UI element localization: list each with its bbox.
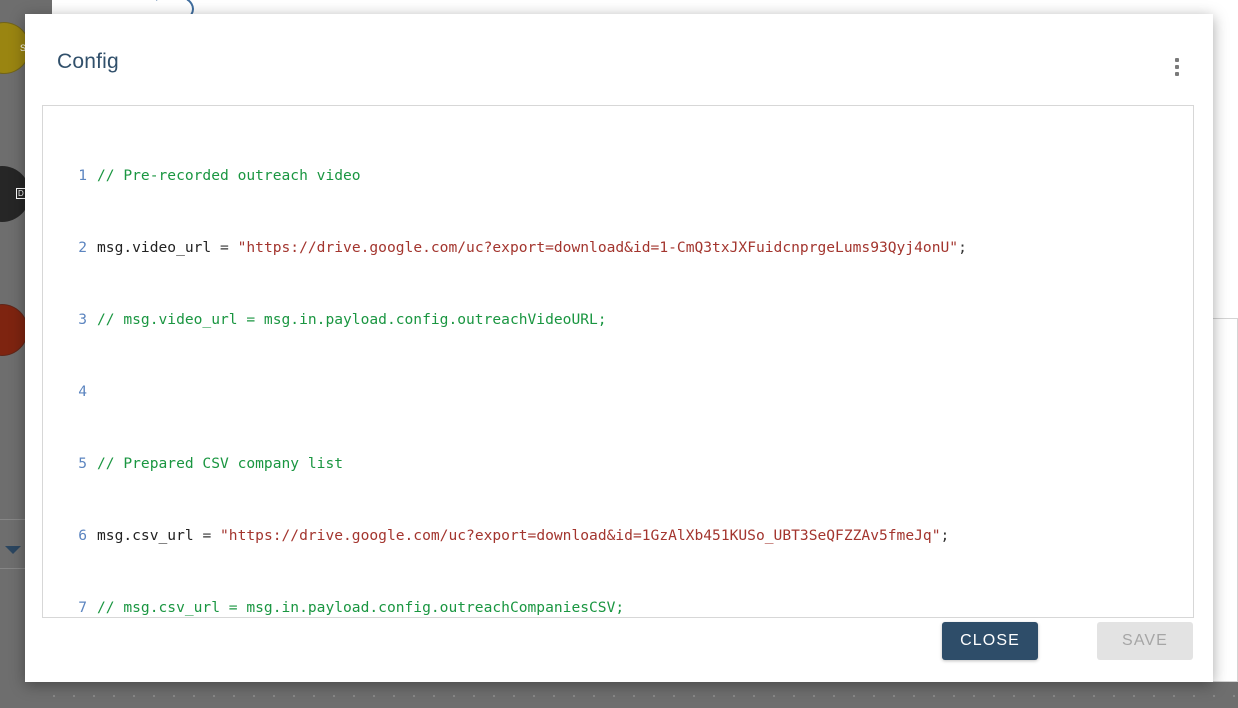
comment-token: // msg.video_url = msg.in.payload.config… — [97, 311, 607, 328]
code-line[interactable]: 5 // Prepared CSV company list — [43, 455, 1193, 473]
comment-token: // msg.csv_url = msg.in.payload.config.o… — [97, 599, 625, 616]
line-source[interactable]: msg.video_url = "https://drive.google.co… — [97, 239, 1193, 257]
config-dialog: Config 1 // Pre-recorded outreach video … — [25, 14, 1213, 682]
line-number: 6 — [78, 527, 87, 544]
identifier-token: msg.csv_url — [97, 527, 194, 544]
line-number: 5 — [78, 455, 87, 472]
line-number: 4 — [78, 383, 87, 400]
comment-token: // Pre-recorded outreach video — [97, 167, 361, 184]
line-number: 2 — [78, 239, 87, 256]
comment-token: // Prepared CSV company list — [97, 455, 344, 472]
semicolon-token: ; — [958, 239, 967, 256]
kebab-menu-icon[interactable] — [1165, 54, 1189, 80]
code-line[interactable]: 2 msg.video_url = "https://drive.google.… — [43, 239, 1193, 257]
semicolon-token: ; — [940, 527, 950, 544]
code-line[interactable]: 7 // msg.csv_url = msg.in.payload.config… — [43, 599, 1193, 617]
line-source[interactable]: // msg.csv_url = msg.in.payload.config.o… — [97, 599, 1193, 617]
chevron-down-icon — [5, 546, 21, 554]
line-source[interactable]: // Pre-recorded outreach video — [97, 167, 1193, 185]
operator-token: = — [193, 527, 221, 544]
kebab-dot-1 — [1175, 58, 1179, 62]
line-source[interactable]: msg.csv_url = "https://drive.google.com/… — [97, 527, 1193, 545]
line-source[interactable]: // msg.video_url = msg.in.payload.config… — [97, 311, 1193, 329]
dialog-header: Config — [25, 14, 1213, 92]
page-title: Config — [57, 50, 119, 73]
close-button[interactable]: CLOSE — [942, 622, 1038, 660]
dialog-footer: CLOSE SAVE — [25, 616, 1213, 668]
code-line[interactable]: 3 // msg.video_url = msg.in.payload.conf… — [43, 311, 1193, 329]
string-token: "https://drive.google.com/uc?export=down… — [237, 239, 959, 256]
line-number: 7 — [78, 599, 87, 616]
save-button[interactable]: SAVE — [1097, 622, 1193, 660]
code-content[interactable]: 1 // Pre-recorded outreach video 2 msg.v… — [43, 106, 1193, 617]
line-number: 3 — [78, 311, 87, 328]
kebab-dot-3 — [1175, 72, 1179, 76]
string-token: "https://drive.google.com/uc?export=down… — [220, 527, 941, 544]
background-node-red — [0, 304, 28, 356]
identifier-token: msg.video_url — [97, 239, 212, 256]
code-line[interactable]: 6 msg.csv_url = "https://drive.google.co… — [43, 527, 1193, 545]
code-line[interactable]: 1 // Pre-recorded outreach video — [43, 167, 1193, 185]
operator-token: = — [211, 239, 238, 256]
line-source[interactable]: // Prepared CSV company list — [97, 455, 1193, 473]
code-editor[interactable]: 1 // Pre-recorded outreach video 2 msg.v… — [42, 105, 1194, 618]
kebab-dot-2 — [1175, 65, 1179, 69]
line-number: 1 — [78, 167, 87, 184]
code-line[interactable]: 4 — [43, 383, 1193, 401]
